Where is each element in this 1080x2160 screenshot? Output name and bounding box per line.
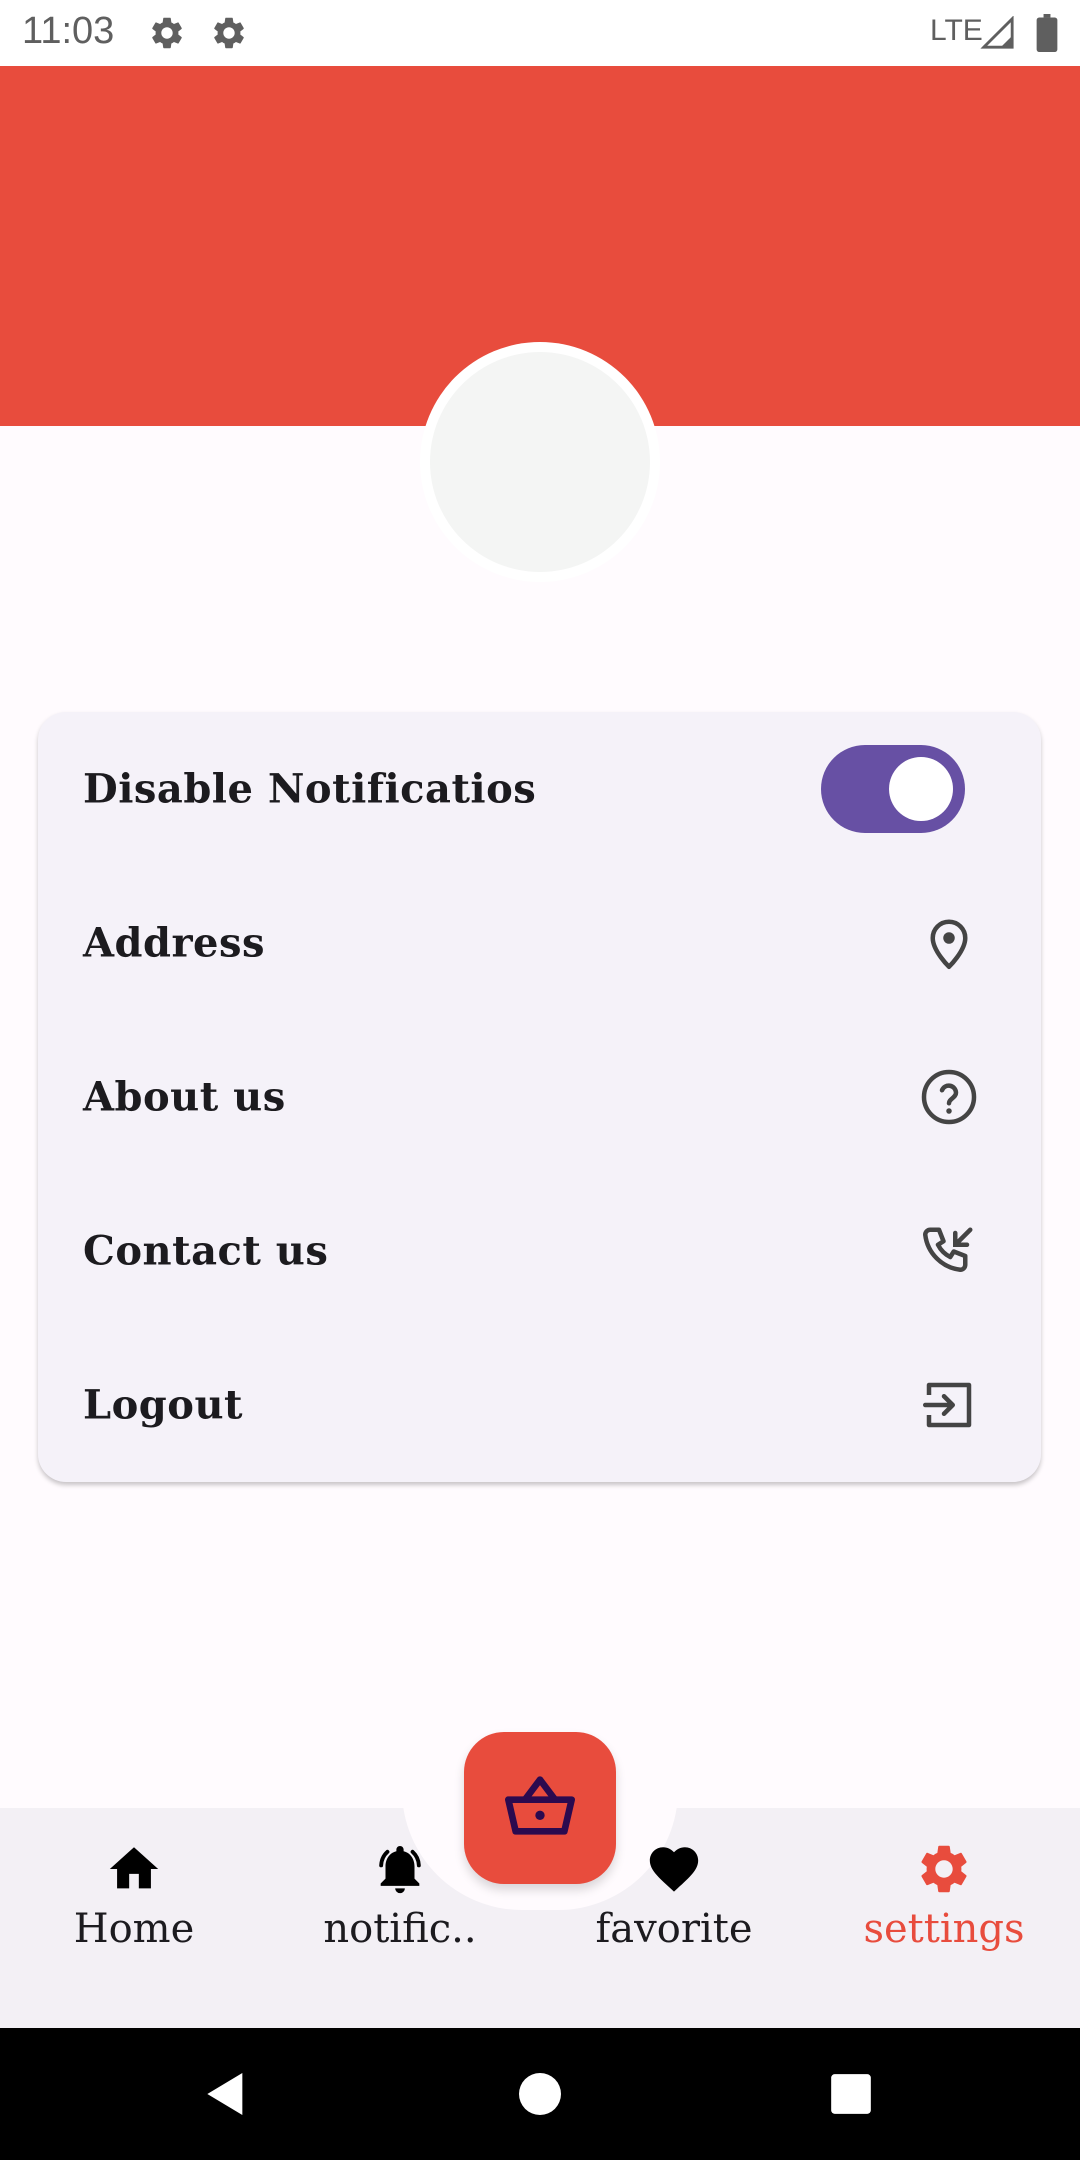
- cart-fab-button[interactable]: [464, 1732, 616, 1884]
- nav-item-home[interactable]: Home: [24, 1840, 244, 1960]
- settings-notification-icon: [214, 17, 244, 49]
- phone-incoming-icon: [923, 1227, 973, 1272]
- setting-label: About us: [83, 1073, 286, 1121]
- setting-row-disable-notifications[interactable]: Disable Notificatios: [38, 712, 1041, 866]
- nav-label: settings: [863, 1906, 1025, 1952]
- home-icon: [109, 1847, 159, 1889]
- settings-card: Disable Notificatios Address About us Co…: [38, 712, 1041, 1482]
- location-pin-icon: [930, 919, 968, 969]
- logout-icon: [923, 1382, 972, 1428]
- back-icon[interactable]: [198, 2066, 254, 2122]
- setting-row-address[interactable]: Address: [38, 866, 1041, 1020]
- nav-label: favorite: [595, 1906, 753, 1952]
- home-circle-icon[interactable]: [512, 2066, 568, 2122]
- setting-label: Address: [83, 919, 266, 967]
- nav-label: notific..: [323, 1906, 477, 1952]
- help-circle-icon: [921, 1069, 977, 1125]
- bell-icon: [379, 1846, 421, 1894]
- recents-icon[interactable]: [823, 2066, 879, 2122]
- settings-notification-icon: [152, 17, 182, 49]
- setting-row-logout[interactable]: Logout: [38, 1328, 1041, 1482]
- status-bar: 11:03 LTE: [0, 0, 1080, 66]
- setting-label: Logout: [83, 1381, 244, 1429]
- system-navigation-bar: [0, 2028, 1080, 2160]
- nav-label: Home: [73, 1906, 195, 1952]
- gear-icon: [921, 1845, 967, 1893]
- nav-item-settings[interactable]: settings: [834, 1840, 1054, 1960]
- setting-row-contact-us[interactable]: Contact us: [38, 1174, 1041, 1328]
- setting-label: Disable Notificatios: [83, 765, 537, 813]
- setting-row-about-us[interactable]: About us: [38, 1020, 1041, 1174]
- avatar[interactable]: [430, 352, 650, 572]
- battery-icon: [1036, 14, 1058, 52]
- basket-icon: [505, 1776, 575, 1835]
- signal-icon: [980, 16, 1014, 49]
- network-type: LTE: [930, 14, 983, 47]
- setting-label: Contact us: [83, 1227, 329, 1275]
- disable-notifications-toggle[interactable]: [821, 745, 965, 833]
- status-time: 11:03: [22, 10, 115, 52]
- toggle-knob: [889, 757, 953, 821]
- heart-icon: [649, 1847, 699, 1892]
